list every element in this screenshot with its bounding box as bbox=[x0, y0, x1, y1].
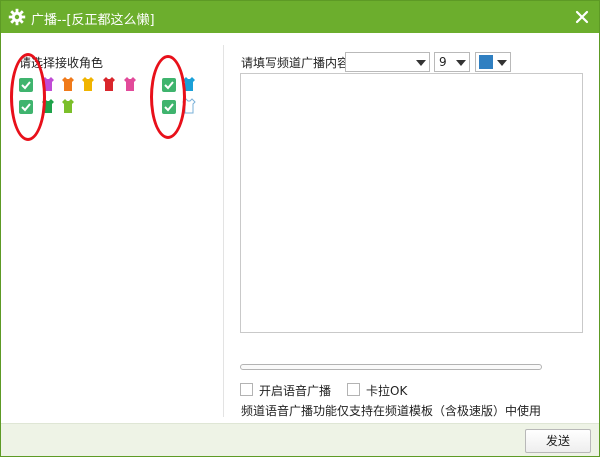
voice-broadcast-label: 开启语音广播 bbox=[259, 384, 332, 398]
font-size-value: 9 bbox=[439, 55, 447, 69]
role-select-label: 请选择接收角色 bbox=[19, 56, 104, 70]
role-group-b-row1-checkbox[interactable] bbox=[162, 78, 176, 92]
broadcast-progress-bar bbox=[240, 364, 542, 370]
content-label: 请填写频道广播内容 bbox=[241, 56, 350, 70]
role-shirt-icon bbox=[42, 77, 54, 91]
role-shirt-icon bbox=[103, 77, 115, 91]
role-group-b-row2-checkbox[interactable] bbox=[162, 100, 176, 114]
role-shirt-icon bbox=[182, 98, 196, 114]
karaoke-checkbox[interactable] bbox=[347, 383, 360, 396]
broadcast-window: 广播--[反正都这么懒] 请选择接收角色 请填写频道广播内容 9 开启语音广播 … bbox=[0, 0, 600, 457]
karaoke-label: 卡拉OK bbox=[366, 384, 408, 398]
close-icon[interactable] bbox=[573, 8, 591, 26]
role-shirt-icon bbox=[62, 99, 74, 113]
message-textarea[interactable] bbox=[240, 73, 583, 333]
role-shirt-icon bbox=[82, 77, 94, 91]
voice-broadcast-note: 频道语音广播功能仅支持在频道模板（含极速版）中使用 bbox=[241, 404, 542, 418]
footer-bar bbox=[1, 423, 599, 456]
role-shirt-icon bbox=[42, 99, 54, 113]
gear-icon bbox=[8, 8, 26, 26]
role-group-a-row2-checkbox[interactable] bbox=[19, 100, 33, 114]
font-color-dropdown[interactable] bbox=[475, 52, 511, 72]
font-dropdown[interactable] bbox=[345, 52, 430, 72]
send-button[interactable]: 发送 bbox=[525, 429, 591, 453]
role-shirt-icon bbox=[124, 77, 136, 91]
panel-divider bbox=[223, 45, 224, 417]
window-title: 广播--[反正都这么懒] bbox=[31, 13, 155, 28]
chevron-down-icon bbox=[416, 60, 426, 66]
role-shirt-icon bbox=[183, 77, 195, 91]
font-size-dropdown[interactable]: 9 bbox=[434, 52, 470, 72]
role-shirt-icon bbox=[62, 77, 74, 91]
chevron-down-icon bbox=[497, 60, 507, 66]
voice-broadcast-checkbox[interactable] bbox=[240, 383, 253, 396]
color-swatch bbox=[479, 55, 493, 69]
role-group-a-row1-checkbox[interactable] bbox=[19, 78, 33, 92]
chevron-down-icon bbox=[456, 60, 466, 66]
title-bar: 广播--[反正都这么懒] bbox=[1, 1, 599, 33]
